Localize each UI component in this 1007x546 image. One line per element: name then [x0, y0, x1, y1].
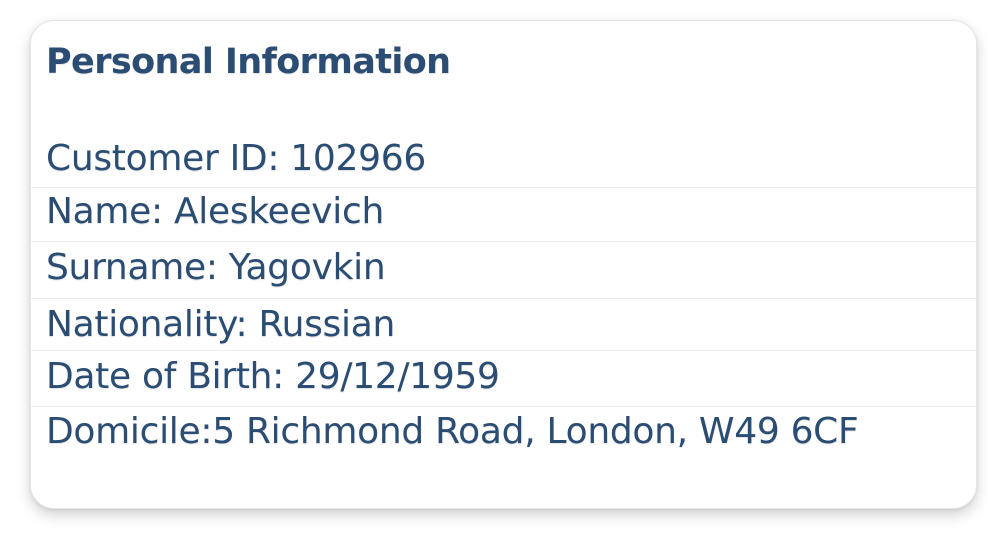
- name-row: Name: Aleskeevich: [31, 188, 976, 242]
- customer-id-row: Customer ID: 102966: [31, 130, 976, 188]
- surname-row: Surname: Yagovkin: [31, 242, 976, 299]
- nationality-row: Nationality: Russian: [31, 299, 976, 351]
- date-of-birth-row: Date of Birth: 29/12/1959: [31, 351, 976, 407]
- card-title: Personal Information: [46, 42, 451, 82]
- domicile-row: Domicile:5 Richmond Road, London, W49 6C…: [46, 411, 859, 452]
- personal-information-card: Personal Information Customer ID: 102966…: [30, 20, 977, 509]
- info-list: Customer ID: 102966 Name: Aleskeevich Su…: [31, 130, 976, 461]
